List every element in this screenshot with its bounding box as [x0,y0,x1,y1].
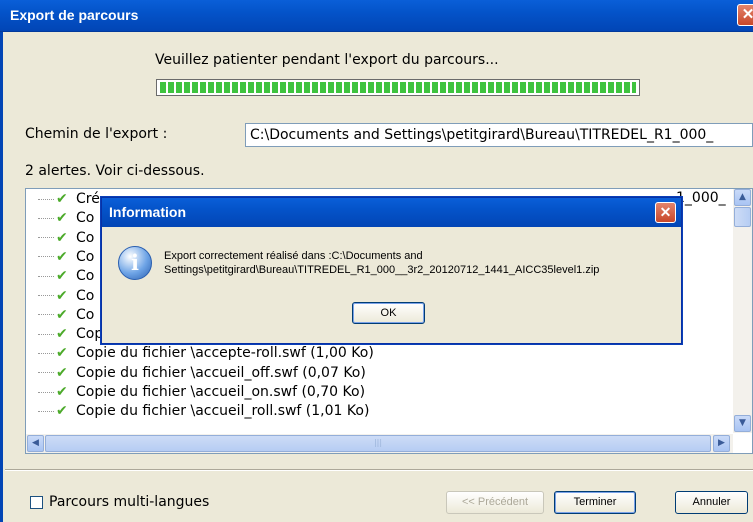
window-close-button[interactable]: ✕ [737,4,753,26]
info-icon: i [118,246,152,280]
check-icon: ✔ [56,191,68,207]
tree-connector [38,352,54,354]
check-icon: ✔ [56,384,68,400]
dialog-message-line1: Export correctement réalisé dans :C:\Doc… [164,250,423,262]
check-icon: ✔ [56,268,68,285]
log-item-text: Copie du fichier \accueil_roll.swf (1,01… [76,403,370,420]
window-title: Export de parcours [10,7,139,23]
log-item[interactable]: ✔ Co [38,306,94,324]
log-item-text: Cré [76,191,100,207]
dialog-close-button[interactable]: ✕ [655,202,676,223]
dialog-message: Export correctement réalisé dans :C:\Doc… [164,249,674,277]
vertical-scroll-thumb[interactable] [734,207,751,227]
log-item[interactable]: ✔ Copie du fichier \accueil_off.swf (0,07… [38,364,366,382]
export-path-label: Chemin de l'export : [25,126,168,142]
vertical-scrollbar[interactable]: ▲ ▼ [733,189,752,433]
check-icon: ✔ [56,403,68,420]
dialog-message-line2: Settings\petitgirard\Bureau\TITREDEL_R1_… [164,264,600,276]
log-first-row-tail: 1_000_ [676,190,726,206]
close-icon: ✕ [659,204,672,220]
close-icon: ✕ [741,6,753,23]
check-icon: ✔ [56,287,68,304]
tree-connector [38,275,54,277]
log-item[interactable]: ✔ Co [38,248,94,266]
check-icon: ✔ [56,345,68,362]
progress-message: Veuillez patienter pendant l'export du p… [155,52,499,68]
log-item[interactable]: ✔ Co [38,229,94,247]
tree-connector [38,391,54,393]
export-path-field[interactable]: C:\Documents and Settings\petitgirard\Bu… [245,123,753,147]
scroll-right-icon[interactable]: ▶ [713,435,730,452]
multi-language-label: Parcours multi-langues [49,494,210,510]
log-item[interactable]: ✔ Co [38,209,94,227]
scroll-down-icon[interactable]: ▼ [734,415,751,432]
multi-language-checkbox[interactable] [30,495,43,509]
log-item[interactable]: ✔ Co [38,267,94,285]
log-item-text: Co [76,210,95,227]
check-icon: ✔ [56,248,68,265]
check-icon: ✔ [56,210,68,227]
cancel-button[interactable]: Annuler [675,491,748,514]
tree-connector [38,372,54,374]
log-item[interactable]: ✔ Copie du fichier \accueil_roll.swf (1,0… [38,402,369,420]
horizontal-scrollbar[interactable]: ◀ ||| ▶ [26,434,733,453]
check-icon: ✔ [56,364,68,381]
tree-connector [38,198,54,200]
tree-connector [38,295,54,296]
log-item-text: Co [76,306,95,323]
log-item-text: Copie du fichier \accueil_on.swf (0,70 K… [76,384,366,400]
ok-button[interactable]: OK [352,302,425,324]
check-icon: ✔ [56,229,68,246]
tree-connector [38,410,54,412]
tree-connector [38,333,54,335]
finish-button[interactable]: Terminer [554,491,636,514]
progress-bar [156,79,640,96]
scroll-up-icon[interactable]: ▲ [734,189,751,206]
window-frame [0,32,3,522]
check-icon: ✔ [56,326,68,343]
log-item[interactable]: ✔ Cré [38,190,100,208]
tree-connector [38,314,54,316]
log-item[interactable]: ✔ Copie du fichier \accepte-roll.swf (1,0… [38,344,374,362]
alerts-summary: 2 alertes. Voir ci-dessous. [25,163,205,179]
log-item-text: Co [76,248,95,265]
previous-button[interactable]: << Précédent [446,491,544,514]
scroll-left-icon[interactable]: ◀ [27,435,44,452]
tree-connector [38,237,54,239]
log-item[interactable]: ✔ Co [38,287,94,305]
progress-fill [160,82,636,93]
log-item-text: Co [76,287,95,304]
tree-connector [38,256,54,258]
dialog-titlebar: Information ✕ [102,198,681,227]
multi-language-checkbox-row[interactable]: Parcours multi-langues [30,494,209,510]
log-item-text: Co [76,268,95,285]
log-item[interactable]: ✔ Copie du fichier \accueil_on.swf (0,70 … [38,383,365,401]
dialog-title: Information [109,204,186,220]
log-item-text: Copie du fichier \accueil_off.swf (0,07 … [76,364,366,381]
log-item-text: Co [76,229,95,246]
horizontal-scroll-thumb[interactable]: ||| [45,435,711,452]
check-icon: ✔ [56,306,68,323]
footer-separator [5,469,753,471]
tree-connector [38,217,54,219]
log-item-text: Copie du fichier \accepte-roll.swf (1,00… [76,345,374,362]
window-titlebar: Export de parcours ✕ [0,0,753,32]
information-dialog: Information ✕ i Export correctement réal… [101,197,682,344]
